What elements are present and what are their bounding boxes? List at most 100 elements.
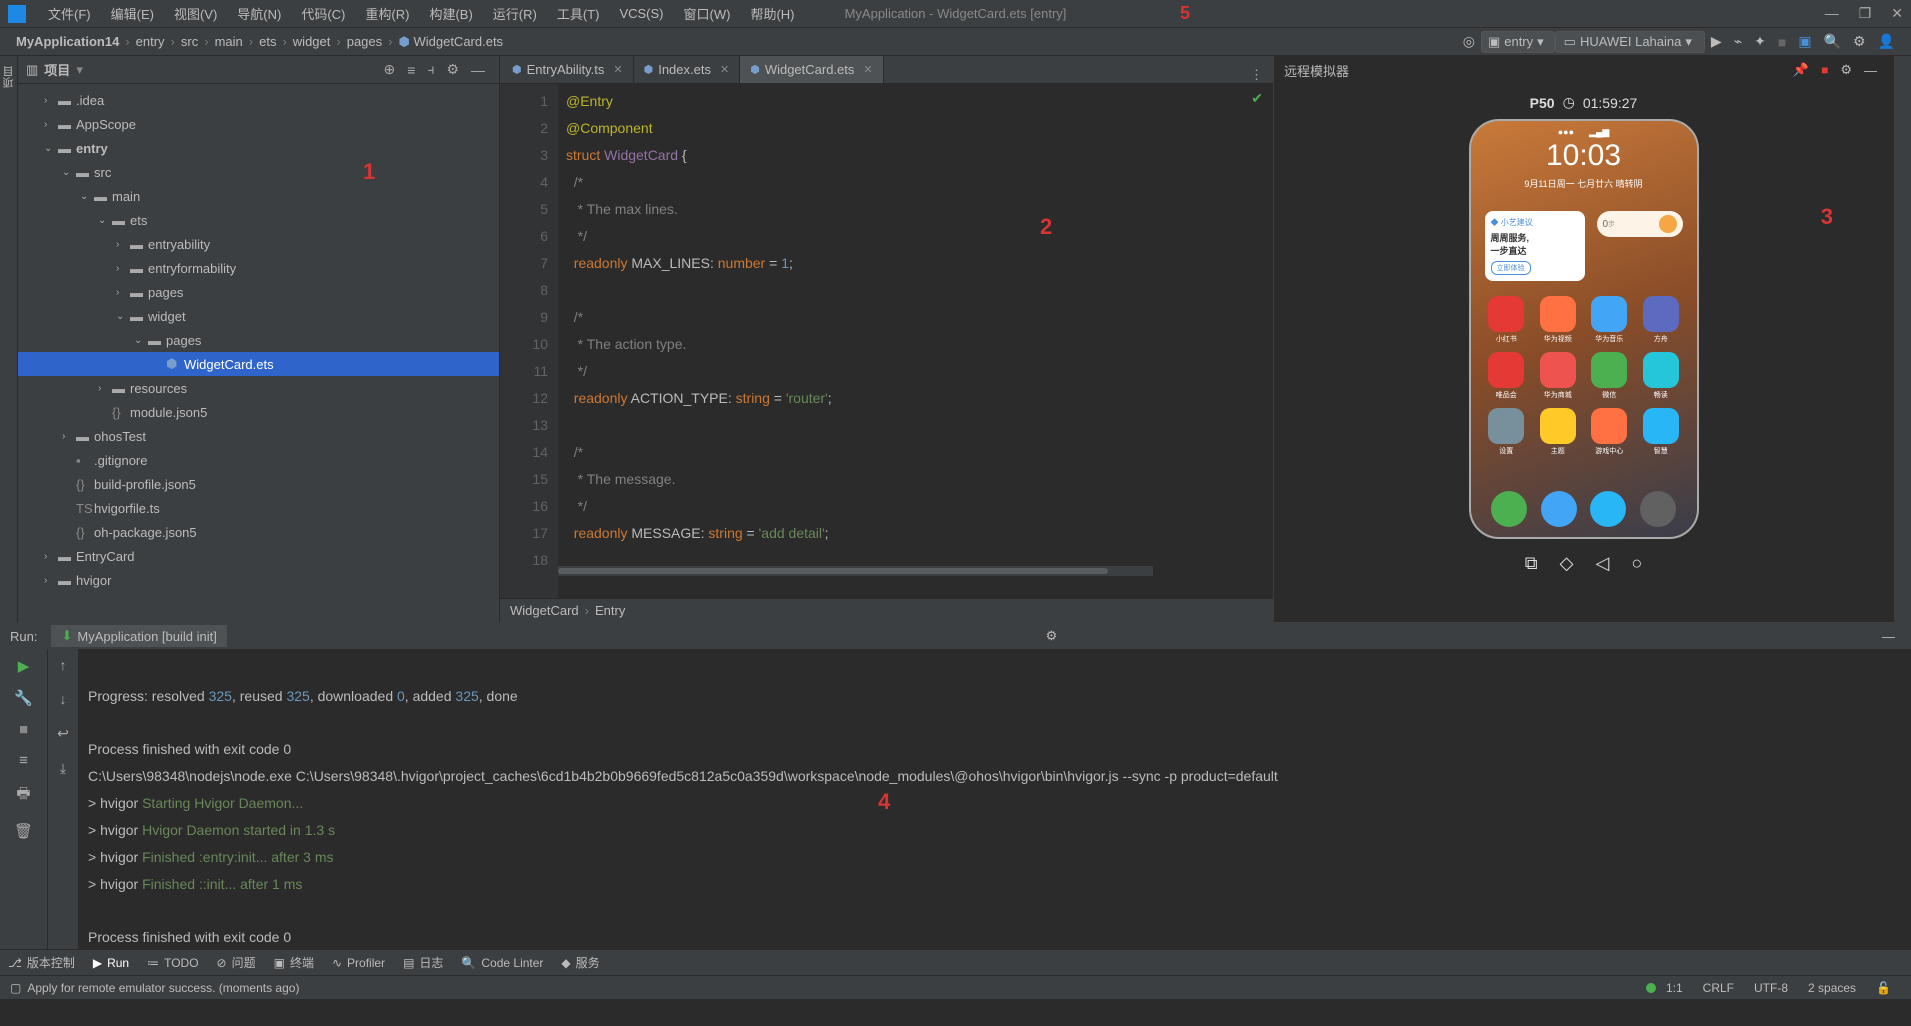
menu-build[interactable]: 构建(B) <box>419 4 482 23</box>
expand-icon[interactable]: ⫞ <box>421 61 440 78</box>
menu-tools[interactable]: 工具(T) <box>547 4 610 23</box>
tree-row[interactable]: ▪ .gitignore <box>18 448 499 472</box>
tab-index[interactable]: ⬢Index.ets✕ <box>634 56 741 83</box>
project-stripe-button[interactable]: 项目 <box>1 60 17 94</box>
down-icon[interactable]: ↓ <box>60 691 67 707</box>
search-icon[interactable]: 🔍 <box>1818 33 1847 50</box>
close-icon[interactable]: ✕ <box>863 63 872 76</box>
home-icon[interactable]: ○ <box>1631 553 1642 574</box>
tree-row[interactable]: {} build-profile.json5 <box>18 472 499 496</box>
up-icon[interactable]: ↑ <box>60 657 67 673</box>
scroll-icon[interactable]: ⤓ <box>60 760 66 777</box>
collapse-icon[interactable]: ≡ <box>401 62 421 78</box>
menu-view[interactable]: 视图(V) <box>164 4 227 23</box>
menu-window[interactable]: 窗口(W) <box>674 4 741 23</box>
app-icon[interactable]: 设置 <box>1485 408 1529 456</box>
tree-row[interactable]: {} oh-package.json5 <box>18 520 499 544</box>
minimize-button[interactable]: — <box>1825 5 1839 22</box>
terminal-button[interactable]: ▣ 终端 <box>274 954 314 971</box>
coverage-button[interactable]: ✦ <box>1748 33 1772 50</box>
menu-vcs[interactable]: VCS(S) <box>609 6 673 21</box>
tree-row[interactable]: ›▬ pages <box>18 280 499 304</box>
delete-icon[interactable]: 🗑 <box>14 822 33 840</box>
event-log-icon[interactable]: ▢ <box>10 981 21 995</box>
close-icon[interactable]: ✕ <box>613 63 622 76</box>
tabs-more-icon[interactable]: ⋮ <box>1240 67 1273 83</box>
app-icon[interactable]: 唯品会 <box>1485 352 1529 400</box>
profile-icon[interactable]: 👤 <box>1872 33 1901 50</box>
encoding[interactable]: UTF-8 <box>1744 981 1798 995</box>
settings-icon[interactable]: ⚙ <box>1847 33 1872 50</box>
back-icon[interactable]: ◁ <box>1595 553 1609 574</box>
tree-row[interactable]: ›▬ entryformability <box>18 256 499 280</box>
todo-button[interactable]: ≔ TODO <box>147 956 198 970</box>
maximize-button[interactable]: ❐ <box>1859 5 1872 22</box>
tree-row[interactable]: ›▬ resources <box>18 376 499 400</box>
problems-button[interactable]: ⊘ 问题 <box>217 954 256 971</box>
stop-icon[interactable]: ■ <box>19 721 28 738</box>
services-button[interactable]: ◆ 服务 <box>561 954 599 971</box>
crumb-item[interactable]: Entry <box>595 603 625 618</box>
app-icon[interactable]: 主题 <box>1536 408 1580 456</box>
pin-icon[interactable]: 📌 <box>1787 62 1815 78</box>
rerun-icon[interactable]: ▶ <box>18 657 30 675</box>
app-icon[interactable]: 方舟 <box>1639 296 1683 344</box>
breadcrumb[interactable]: ets <box>253 34 282 49</box>
project-tree[interactable]: 1 ›▬ .idea›▬ AppScope⌄▬ entry⌄▬ src⌄▬ ma… <box>18 84 499 622</box>
stop-button[interactable]: ■ <box>1772 34 1792 50</box>
breadcrumb[interactable]: ⬢ WidgetCard.ets <box>392 34 509 50</box>
close-button[interactable]: ✕ <box>1891 5 1903 22</box>
breadcrumb[interactable]: main <box>209 34 249 49</box>
dock-icon[interactable] <box>1640 491 1676 527</box>
tree-row[interactable]: ›▬ EntryCard <box>18 544 499 568</box>
caret-position[interactable]: 1:1 <box>1656 981 1693 995</box>
dock-icon[interactable] <box>1590 491 1626 527</box>
tree-row[interactable]: ⌄▬ main <box>18 184 499 208</box>
inspection-ok-icon[interactable]: ✔ <box>1251 90 1263 107</box>
run-panel-tab[interactable]: ⬇MyApplication [build init] <box>51 625 226 647</box>
device-select[interactable]: ▭HUAWEI Lahaina ▾ <box>1555 31 1705 53</box>
app-icon[interactable]: 华为商城 <box>1536 352 1580 400</box>
tree-row[interactable]: ⌄▬ widget <box>18 304 499 328</box>
dock-icon[interactable] <box>1541 491 1577 527</box>
breadcrumb[interactable]: widget <box>287 34 337 49</box>
menu-code[interactable]: 代码(C) <box>291 4 355 23</box>
dock-icon[interactable] <box>1491 491 1527 527</box>
menu-refactor[interactable]: 重构(R) <box>355 4 419 23</box>
run-button[interactable]: ▶ <box>1705 33 1728 50</box>
layout-icon[interactable]: ≡ <box>19 752 28 769</box>
app-icon[interactable]: 小红书 <box>1485 296 1529 344</box>
tree-row[interactable]: ›▬ entryability <box>18 232 499 256</box>
app-icon[interactable]: 华为视频 <box>1536 296 1580 344</box>
code-area[interactable]: ✔ 2 123456789101112131415161718 @Entry@C… <box>500 84 1273 598</box>
crumb-item[interactable]: WidgetCard <box>510 603 579 618</box>
tree-row[interactable]: ⌄▬ src <box>18 160 499 184</box>
breadcrumb[interactable]: src <box>175 34 204 49</box>
menu-help[interactable]: 帮助(H) <box>740 4 804 23</box>
profiler-button[interactable]: ∿ Profiler <box>332 956 385 970</box>
run-config-select[interactable]: ▣entry ▾ <box>1481 31 1555 53</box>
menu-run[interactable]: 运行(R) <box>483 4 547 23</box>
tree-row[interactable]: ⌄▬ pages <box>18 328 499 352</box>
tree-row[interactable]: ⬢ WidgetCard.ets <box>18 352 499 376</box>
app-icon[interactable]: 游戏中心 <box>1588 408 1632 456</box>
debug-button[interactable]: ⌁ <box>1728 33 1748 50</box>
tree-row[interactable]: ⌄▬ entry <box>18 136 499 160</box>
widget-card[interactable]: ◆ 小艺建议 周周服务, 一步直达 立即体验 <box>1485 211 1585 281</box>
stop-emulator-button[interactable]: ■ <box>1815 63 1834 77</box>
log-button[interactable]: ▤ 日志 <box>403 954 443 971</box>
wrap-icon[interactable]: ↩ <box>57 725 69 742</box>
rotate-icon[interactable]: ◇ <box>1560 553 1574 574</box>
code-lines[interactable]: @Entry@Componentstruct WidgetCard { /* *… <box>558 84 1273 598</box>
tree-row[interactable]: ⌄▬ ets <box>18 208 499 232</box>
close-icon[interactable]: ✕ <box>720 63 729 76</box>
target-icon[interactable]: ◎ <box>1457 33 1481 50</box>
lock-icon[interactable]: 🔓 <box>1866 981 1901 995</box>
line-separator[interactable]: CRLF <box>1693 981 1744 995</box>
gear-icon[interactable]: ⚙ <box>440 61 465 78</box>
tree-row[interactable]: ›▬ AppScope <box>18 112 499 136</box>
codelinter-button[interactable]: 🔍 Code Linter <box>461 956 543 970</box>
hide-icon[interactable]: — <box>465 62 491 78</box>
console[interactable]: 4Progress: resolved 325, reused 325, dow… <box>78 649 1911 949</box>
vcs-button[interactable]: ⎇ 版本控制 <box>8 954 75 971</box>
